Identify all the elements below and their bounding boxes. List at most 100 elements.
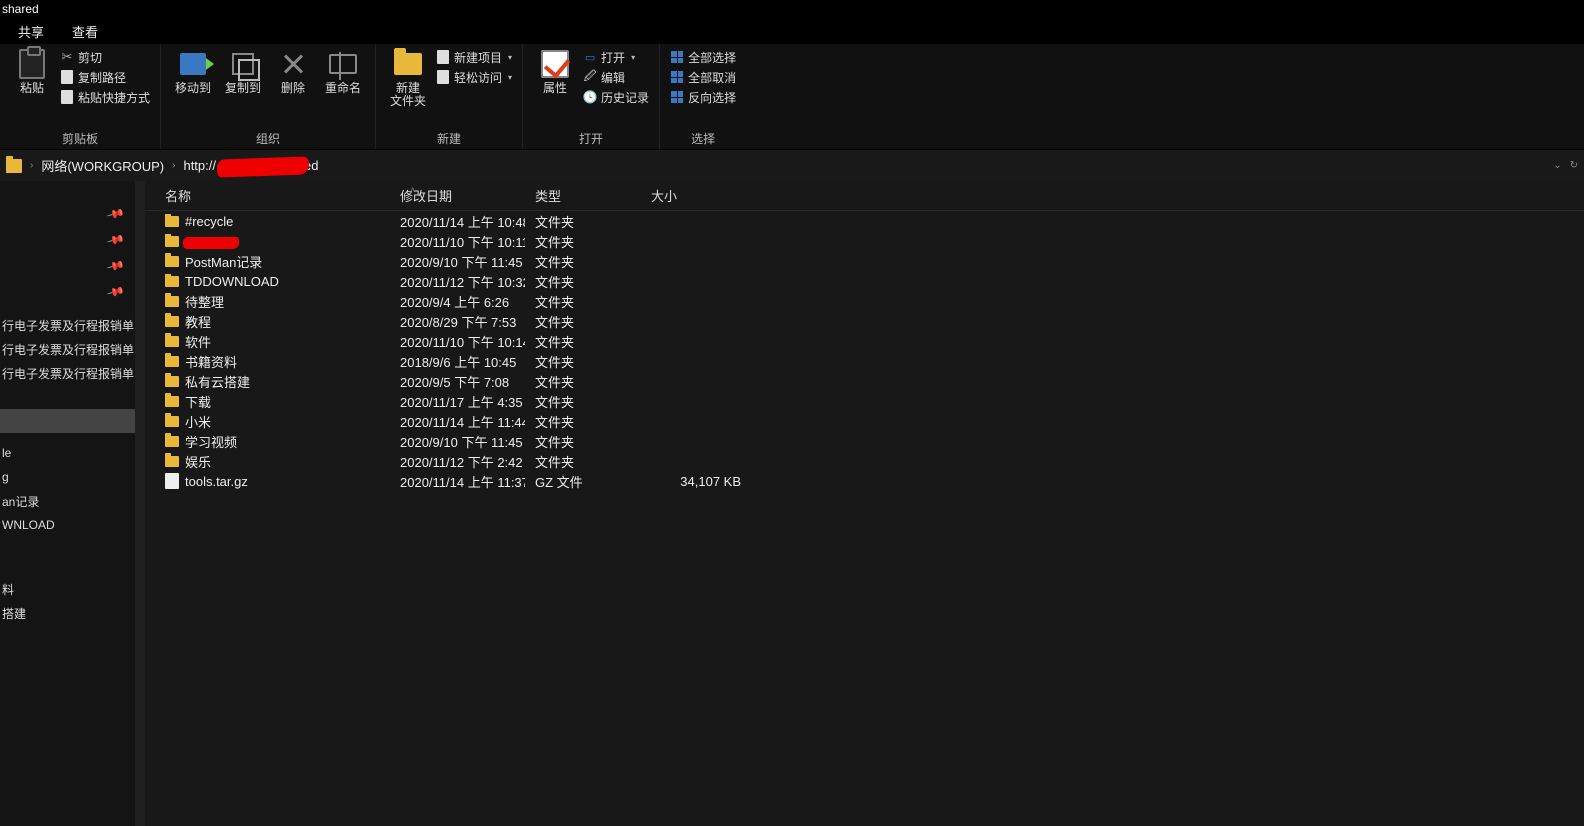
invert-selection-button[interactable]: 反向选择 xyxy=(670,88,736,106)
refresh-icon[interactable]: ↻ xyxy=(1570,160,1578,171)
file-row[interactable]: 软件2020/11/10 下午 10:14文件夹 xyxy=(145,331,1584,351)
delete-icon xyxy=(281,52,305,76)
pane-divider[interactable] xyxy=(135,181,145,826)
file-row[interactable]: #recycle2020/11/14 上午 10:48文件夹 xyxy=(145,211,1584,231)
sidebar-item[interactable]: WNLOAD xyxy=(0,513,135,537)
folder-icon xyxy=(165,376,179,387)
file-row[interactable]: TDDOWNLOAD 2020/11/12 下午 10:32文件夹 xyxy=(145,271,1584,291)
cut-button[interactable]: ✂ 剪切 xyxy=(60,48,150,66)
quick-access-pin[interactable]: 📌 xyxy=(0,201,135,227)
tab-view[interactable]: 查看 xyxy=(72,22,98,41)
file-row[interactable]: 待整理2020/9/4 上午 6:26文件夹 xyxy=(145,291,1584,311)
window-title: shared xyxy=(0,0,1584,18)
sidebar-item[interactable]: 行电子发票及行程报销单 xyxy=(0,313,135,337)
open-icon: ▭ xyxy=(583,50,597,64)
cell-type: 文件夹 xyxy=(525,312,641,331)
cell-type: GZ 文件 xyxy=(525,472,641,491)
cell-date: 2020/9/4 上午 6:26 xyxy=(390,292,525,311)
select-all-button[interactable]: 全部选择 xyxy=(670,48,736,66)
tab-share[interactable]: 共享 xyxy=(18,22,44,41)
cell-type: 文件夹 xyxy=(525,352,641,371)
file-row[interactable]: 下载2020/11/17 上午 4:35文件夹 xyxy=(145,391,1584,411)
copy-path-label: 复制路径 xyxy=(78,69,126,86)
sidebar-item[interactable] xyxy=(0,537,135,577)
paste-shortcut-icon xyxy=(60,90,74,104)
pin-icon: 📌 xyxy=(106,256,126,276)
easy-access-icon xyxy=(436,70,450,84)
chevron-down-icon[interactable]: ⌄ xyxy=(1553,160,1561,171)
delete-label: 删除 xyxy=(281,82,305,95)
cell-type: 文件夹 xyxy=(525,332,641,351)
edit-label: 编辑 xyxy=(601,69,625,86)
pin-icon: 📌 xyxy=(106,204,126,224)
cell-type: 文件夹 xyxy=(525,272,641,291)
cell-name: PostMan记录 xyxy=(145,252,390,271)
sidebar-item[interactable]: an记录 xyxy=(0,489,135,513)
select-all-icon xyxy=(670,50,684,64)
sidebar-item[interactable]: 行电子发票及行程报销单 xyxy=(0,337,135,361)
quick-access-pin[interactable]: 📌 xyxy=(0,227,135,253)
cell-date: 2018/9/6 上午 10:45 xyxy=(390,352,525,371)
paste-shortcut-label: 粘贴快捷方式 xyxy=(78,89,150,106)
new-item-icon xyxy=(436,50,450,64)
pin-icon: 📌 xyxy=(106,282,126,302)
sidebar-item[interactable] xyxy=(0,409,135,433)
copy-path-button[interactable]: 复制路径 xyxy=(60,68,150,86)
col-name[interactable]: 名称 xyxy=(145,186,390,205)
history-icon: 🕓 xyxy=(583,90,597,104)
column-headers: 名称 ˄ 修改日期 类型 大小 xyxy=(145,181,1584,211)
file-row[interactable]: 娱乐2020/11/12 下午 2:42文件夹 xyxy=(145,451,1584,471)
quick-access-pin[interactable]: 📌 xyxy=(0,253,135,279)
new-folder-button[interactable]: 新建 文件夹 xyxy=(386,48,430,108)
file-name: TDDOWNLOAD xyxy=(185,274,279,289)
sidebar-item[interactable]: le xyxy=(0,441,135,465)
breadcrumb-network[interactable]: 网络(WORKGROUP) xyxy=(41,156,164,175)
invert-label: 反向选择 xyxy=(688,89,736,106)
sidebar-item[interactable]: g xyxy=(0,465,135,489)
folder-icon xyxy=(165,296,179,307)
breadcrumb[interactable]: › 网络(WORKGROUP) › http:// :13334 › share… xyxy=(0,150,1584,181)
cell-date: 2020/11/12 下午 10:32 xyxy=(390,272,525,291)
col-type[interactable]: 类型 xyxy=(525,186,641,205)
copy-to-button[interactable]: 复制到 xyxy=(221,48,265,95)
history-button[interactable]: 🕓 历史记录 xyxy=(583,88,649,106)
open-label: 打开 xyxy=(601,49,625,66)
file-row[interactable]: 小米2020/11/14 上午 11:44文件夹 xyxy=(145,411,1584,431)
cell-name: 书籍资料 xyxy=(145,352,390,371)
file-row[interactable]: 教程2020/8/29 下午 7:53文件夹 xyxy=(145,311,1584,331)
cell-date: 2020/11/17 上午 4:35 xyxy=(390,392,525,411)
file-row[interactable]: PostMan记录2020/9/10 下午 11:45文件夹 xyxy=(145,251,1584,271)
file-name: tools.tar.gz xyxy=(185,474,248,489)
file-row[interactable]: tools.tar.gz2020/11/14 上午 11:37GZ 文件34,1… xyxy=(145,471,1584,491)
paste-shortcut-button[interactable]: 粘贴快捷方式 xyxy=(60,88,150,106)
sidebar-item[interactable]: 行电子发票及行程报销单 xyxy=(0,361,135,385)
edit-button[interactable]: 🖉 编辑 xyxy=(583,68,649,86)
file-row[interactable]: redacted2020/11/10 下午 10:11文件夹 xyxy=(145,231,1584,251)
group-label-open: 打开 xyxy=(533,128,649,147)
open-button[interactable]: ▭ 打开 ▾ xyxy=(583,48,649,66)
easy-access-button[interactable]: 轻松访问 ▾ xyxy=(436,68,512,86)
cell-date: 2020/8/29 下午 7:53 xyxy=(390,312,525,331)
sidebar-item[interactable]: 料 xyxy=(0,577,135,601)
file-row[interactable]: 学习视频2020/9/10 下午 11:45文件夹 xyxy=(145,431,1584,451)
properties-button[interactable]: 属性 xyxy=(533,48,577,95)
file-name: 学习视频 xyxy=(185,432,237,451)
paste-button[interactable]: 粘贴 xyxy=(10,48,54,95)
file-row[interactable]: 书籍资料2018/9/6 上午 10:45文件夹 xyxy=(145,351,1584,371)
quick-access-pin[interactable]: 📌 xyxy=(0,279,135,305)
file-row[interactable]: 私有云搭建2020/9/5 下午 7:08文件夹 xyxy=(145,371,1584,391)
delete-button[interactable]: 删除 xyxy=(271,48,315,95)
cell-date: 2020/9/10 下午 11:45 xyxy=(390,432,525,451)
breadcrumb-url[interactable]: http:// :13334 xyxy=(183,158,259,173)
cell-date: 2020/11/14 上午 10:48 xyxy=(390,212,525,231)
paste-label: 粘贴 xyxy=(20,82,44,95)
select-none-button[interactable]: 全部取消 xyxy=(670,68,736,86)
col-size[interactable]: 大小 xyxy=(641,186,761,205)
new-item-button[interactable]: 新建项目 ▾ xyxy=(436,48,512,66)
move-to-button[interactable]: 移动到 xyxy=(171,48,215,95)
cell-type: 文件夹 xyxy=(525,452,641,471)
rename-button[interactable]: 重命名 xyxy=(321,48,365,95)
title-text: shared xyxy=(2,2,39,16)
sidebar-item[interactable]: 搭建 xyxy=(0,601,135,625)
check-icon xyxy=(541,50,569,78)
